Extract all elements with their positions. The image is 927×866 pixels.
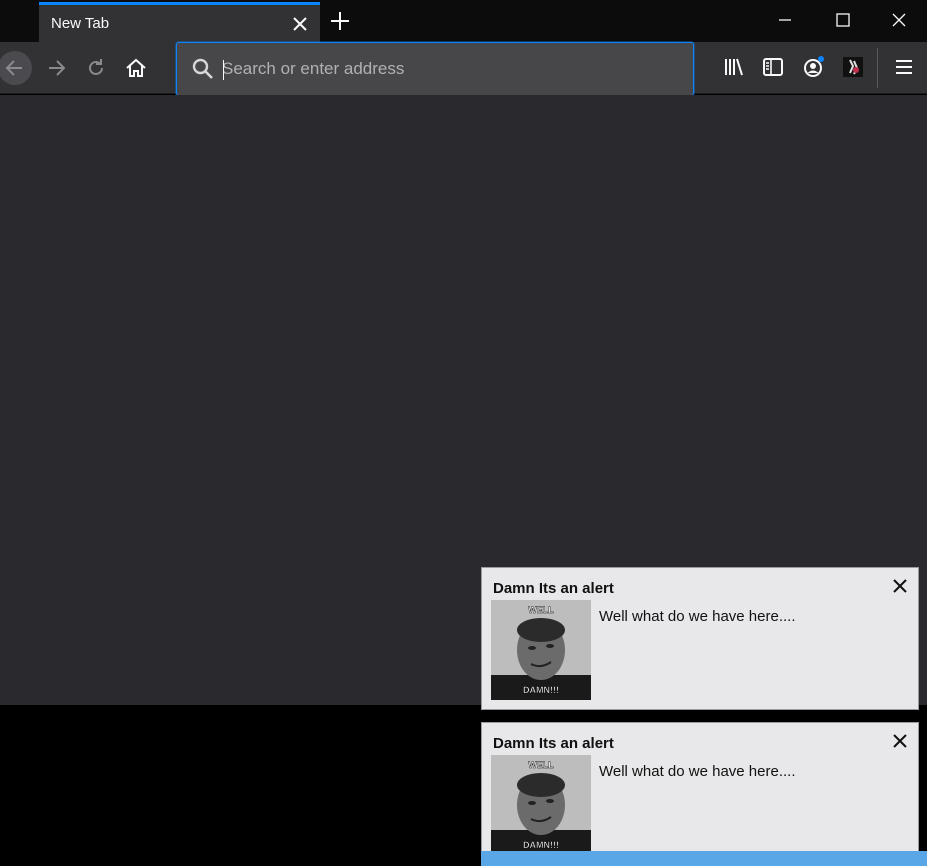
plus-icon[interactable] xyxy=(329,10,351,32)
extension-button[interactable] xyxy=(840,54,866,80)
notification-image: WELL DAMN!!! xyxy=(491,600,591,700)
tab-strip: New Tab xyxy=(0,0,927,42)
menu-button[interactable] xyxy=(891,54,917,80)
close-icon[interactable] xyxy=(891,577,909,595)
notification-title: Damn Its an alert xyxy=(493,580,614,597)
close-window-icon[interactable] xyxy=(891,12,907,28)
image-caption-bottom: DAMN!!! xyxy=(523,685,559,695)
library-icon xyxy=(725,58,743,76)
back-arrow-icon xyxy=(5,60,22,76)
reload-icon xyxy=(89,59,103,75)
image-caption-top: WELL xyxy=(528,760,554,770)
minimize-icon[interactable] xyxy=(777,12,793,28)
close-icon[interactable] xyxy=(891,732,909,750)
close-icon[interactable] xyxy=(290,14,310,34)
reload-button[interactable] xyxy=(79,51,113,85)
tab-new-tab[interactable]: New Tab xyxy=(39,2,320,42)
home-button[interactable] xyxy=(119,51,153,85)
forward-arrow-icon xyxy=(49,60,66,76)
library-button[interactable] xyxy=(721,54,747,80)
notification-toast[interactable]: Damn Its an alert WELL DAMN!!! Well what… xyxy=(481,567,919,710)
extension-icon xyxy=(843,57,863,77)
back-button[interactable] xyxy=(0,51,32,85)
notification-title: Damn Its an alert xyxy=(493,735,614,752)
url-bar[interactable] xyxy=(176,42,694,96)
notification-image: WELL DAMN!!! xyxy=(491,755,591,855)
forward-button[interactable] xyxy=(39,51,73,85)
maximize-icon[interactable] xyxy=(835,12,851,28)
home-icon xyxy=(126,58,146,77)
account-icon xyxy=(804,56,824,77)
text-caret xyxy=(223,60,224,80)
image-caption-top: WELL xyxy=(528,605,554,615)
sidebar-button[interactable] xyxy=(760,54,786,80)
navigation-toolbar xyxy=(0,42,927,96)
tab-title: New Tab xyxy=(51,15,110,32)
notification-toast[interactable]: Damn Its an alert WELL DAMN!!! Well what… xyxy=(481,722,919,865)
toolbar-divider xyxy=(877,48,878,88)
notification-body: Well what do we have here.... xyxy=(599,763,796,780)
search-icon xyxy=(192,58,213,79)
notification-body: Well what do we have here.... xyxy=(599,608,796,625)
account-button[interactable] xyxy=(800,54,826,80)
image-caption-bottom: DAMN!!! xyxy=(523,840,559,850)
taskbar-edge xyxy=(481,851,927,866)
address-input[interactable] xyxy=(222,55,662,83)
sidebar-icon xyxy=(763,58,783,76)
menu-icon xyxy=(896,60,912,74)
